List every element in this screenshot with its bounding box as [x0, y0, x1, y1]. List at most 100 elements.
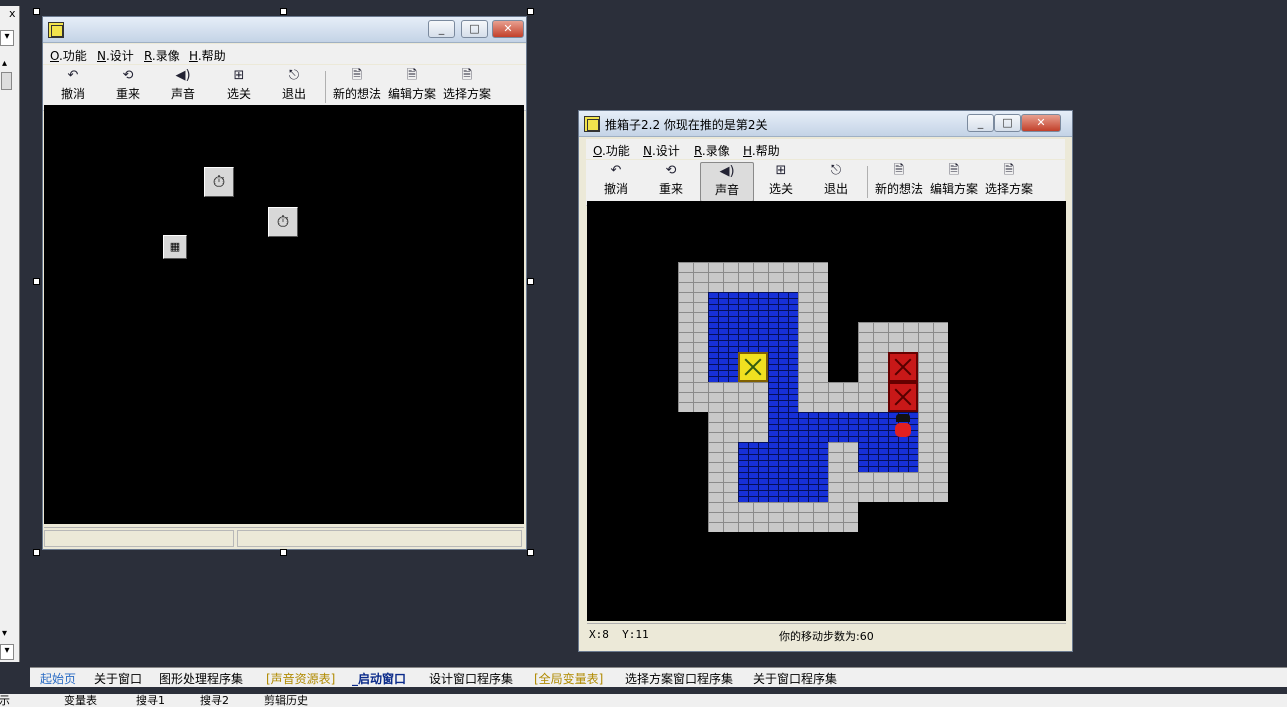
dropdown-arrow-icon[interactable]: ▾: [0, 644, 14, 660]
dropdown-arrow-icon[interactable]: ▾: [0, 30, 14, 46]
undo-icon: ↶: [610, 163, 622, 178]
menu-function[interactable]: O.功能: [593, 142, 630, 159]
exit-button[interactable]: ⎋ 退出: [818, 162, 854, 202]
scroll-down-icon[interactable]: ▾: [2, 628, 7, 639]
tab-hint[interactable]: 提示: [0, 694, 10, 707]
new-idea-button[interactable]: 🗎 新的想法: [331, 67, 383, 107]
floor-tile: [768, 382, 798, 412]
exit-door-icon: ⎋: [288, 68, 300, 83]
tab-about-window[interactable]: 关于窗口: [94, 670, 142, 687]
tab-clip-history[interactable]: 剪辑历史: [264, 694, 308, 707]
undo-button[interactable]: ↶ 撤消: [598, 162, 634, 202]
status-pane: [237, 530, 522, 547]
wall-tile: [858, 352, 888, 382]
box: [888, 352, 918, 382]
tab-graphics-module[interactable]: 图形处理程序集: [159, 670, 243, 687]
menu-record[interactable]: R.录像: [144, 47, 180, 64]
tab-variables[interactable]: 变量表: [64, 694, 97, 707]
exit-button[interactable]: ⎋ 退出: [276, 67, 312, 107]
restart-button[interactable]: ⟲ 重来: [110, 67, 146, 107]
restart-icon: ⟲: [665, 163, 677, 178]
maximize-button[interactable]: □: [461, 20, 488, 38]
scroll-up-icon[interactable]: ▴: [2, 58, 7, 69]
tab-sound-resources[interactable]: [声音资源表]: [266, 670, 335, 687]
minimize-button[interactable]: _: [428, 20, 455, 38]
app-icon: [584, 116, 600, 132]
tree-icon: ⊞: [233, 68, 245, 83]
menu-design[interactable]: N.设计: [97, 47, 134, 64]
resize-handle[interactable]: [280, 549, 287, 556]
bottom-panel-tabs: 提示 变量表 搜寻1 搜寻2 剪辑历史: [0, 694, 1287, 707]
toolbar-separator: [867, 166, 868, 198]
stopwatch-icon[interactable]: ⏱: [268, 207, 298, 237]
speaker-icon: ◀): [175, 68, 191, 83]
tab-start-page[interactable]: 起始页: [40, 670, 76, 687]
scroll-thumb[interactable]: [1, 72, 12, 90]
resize-handle[interactable]: [33, 278, 40, 285]
undo-icon: ↶: [67, 68, 79, 83]
edit-scheme-button[interactable]: 🗎 编辑方案: [386, 67, 438, 107]
sound-button[interactable]: ◀) 声音: [700, 162, 754, 202]
exit-door-icon: ⎋: [830, 163, 842, 178]
tab-startup-window[interactable]: _启动窗口: [352, 670, 406, 687]
wall-tile: [858, 322, 948, 352]
wall-tile: [708, 412, 768, 442]
coordinate-readout: X:8 Y:11: [589, 628, 649, 641]
maximize-button[interactable]: □: [994, 114, 1021, 132]
menu-help[interactable]: H.帮助: [189, 47, 226, 64]
undo-button[interactable]: ↶ 撤消: [55, 67, 91, 107]
resize-handle[interactable]: [527, 549, 534, 556]
edit-scheme-button[interactable]: 🗎 编辑方案: [928, 162, 980, 202]
close-icon[interactable]: x: [9, 7, 16, 20]
resize-handle[interactable]: [280, 8, 287, 15]
game-board[interactable]: [587, 201, 1066, 621]
toolbar-separator: [325, 71, 326, 103]
tab-search-1[interactable]: 搜寻1: [136, 694, 165, 707]
wall-tile: [798, 292, 828, 382]
game-menubar: O.功能 N.设计 R.录像 H.帮助: [586, 139, 1065, 159]
menu-function[interactable]: O.功能: [50, 47, 87, 64]
game-statusbar: X:8 Y:11 你的移动步数为:60: [587, 623, 1066, 645]
tab-global-variables[interactable]: [全局变量表]: [534, 670, 603, 687]
menu-record[interactable]: R.录像: [694, 142, 730, 159]
close-button[interactable]: ✕: [1021, 114, 1061, 132]
tab-design-window-module[interactable]: 设计窗口程序集: [429, 670, 513, 687]
wall-tile: [708, 502, 858, 532]
tree-icon: ⊞: [775, 163, 787, 178]
resize-handle[interactable]: [33, 8, 40, 15]
game-window: 推箱子2.2 你现在推的是第2关 _ □ ✕ O.功能 N.设计 R.录像 H.…: [578, 110, 1073, 652]
choose-document-icon: 🗎: [1003, 163, 1015, 178]
player-character: [888, 412, 918, 442]
box-on-target: [738, 352, 768, 382]
resize-handle[interactable]: [33, 549, 40, 556]
menu-design[interactable]: N.设计: [643, 142, 680, 159]
floor-tile: [738, 442, 828, 502]
image-box-icon[interactable]: ▦: [163, 235, 187, 259]
sound-button[interactable]: ◀) 声音: [165, 67, 201, 107]
tab-about-window-module[interactable]: 关于窗口程序集: [753, 670, 837, 687]
select-level-button[interactable]: ⊞ 选关: [221, 67, 257, 107]
close-button[interactable]: ✕: [492, 20, 524, 38]
tab-search-2[interactable]: 搜寻2: [200, 694, 229, 707]
stopwatch-icon[interactable]: ⏱: [204, 167, 234, 197]
designer-canvas[interactable]: ⏱ ⏱ ▦: [44, 105, 524, 524]
status-pane: [44, 530, 234, 547]
designer-form: _ □ ✕ O.功能 N.设计 R.录像 H.帮助 ↶ 撤消 ⟲ 重来 ◀) 声音 ⊞…: [42, 16, 527, 550]
menu-help[interactable]: H.帮助: [743, 142, 780, 159]
designer-menubar: O.功能 N.设计 R.录像 H.帮助: [43, 44, 526, 64]
new-idea-button[interactable]: 🗎 新的想法: [873, 162, 925, 202]
choose-scheme-button[interactable]: 🗎 选择方案: [983, 162, 1035, 202]
tab-choose-scheme-module[interactable]: 选择方案窗口程序集: [625, 670, 733, 687]
floor-tile: [858, 442, 918, 472]
resize-handle[interactable]: [527, 278, 534, 285]
new-document-icon: 🗎: [893, 163, 905, 178]
edit-document-icon: 🗎: [406, 68, 418, 83]
window-title: 推箱子2.2 你现在推的是第2关: [605, 118, 768, 132]
wall-tile: [708, 382, 768, 412]
game-titlebar: 推箱子2.2 你现在推的是第2关 _ □ ✕: [579, 111, 1072, 137]
restart-button[interactable]: ⟲ 重来: [653, 162, 689, 202]
select-level-button[interactable]: ⊞ 选关: [763, 162, 799, 202]
resize-handle[interactable]: [527, 8, 534, 15]
minimize-button[interactable]: _: [967, 114, 994, 132]
choose-scheme-button[interactable]: 🗎 选择方案: [441, 67, 493, 107]
